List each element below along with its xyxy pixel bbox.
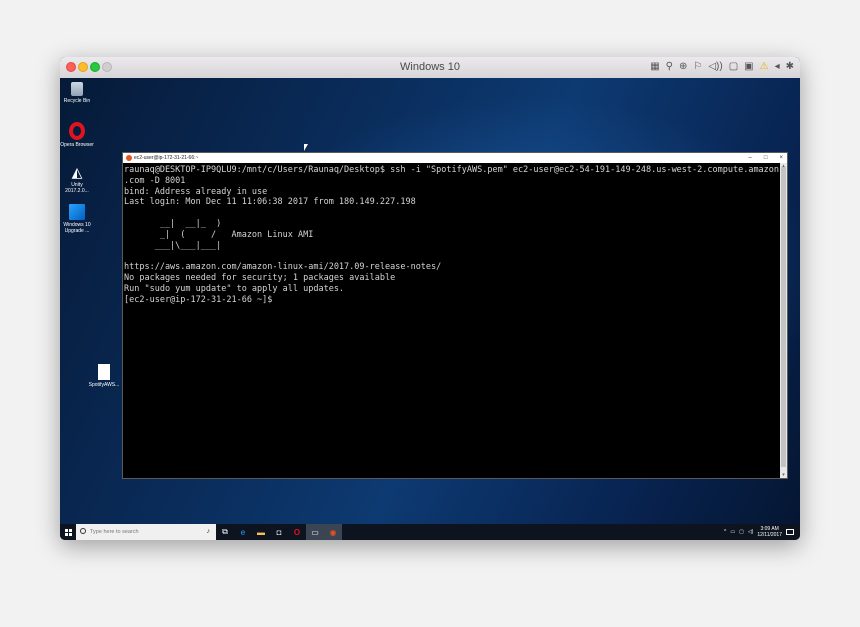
tray-date: 12/11/2017 <box>757 532 782 538</box>
desktop-icon-opera[interactable]: Opera Browser <box>60 122 94 148</box>
desktop-icon-label: Opera Browser <box>60 142 94 148</box>
desktop-icon-label: SpotifyAWS... <box>88 382 120 388</box>
taskbar: Type here to search ♪ ⧉ e ▬ ◘ O ▭ ◉ ^ ▭ … <box>60 524 800 540</box>
keyboard-icon[interactable]: ▦ <box>650 60 659 74</box>
gear-icon[interactable]: ✱ <box>786 60 794 74</box>
desktop: Recycle Bin Opera Browser ◭ Unity 2017.2… <box>60 78 800 524</box>
terminal-titlebar[interactable]: ec2-user@ip-172-31-21-66:~ – □ × <box>123 153 787 163</box>
warning-icon[interactable]: ⚠ <box>760 60 769 74</box>
windows-logo-icon <box>64 528 72 536</box>
tray-clock[interactable]: 3:09 AM 12/11/2017 <box>757 526 782 538</box>
terminal-close-button[interactable]: × <box>779 153 783 163</box>
opera-taskbar-icon[interactable]: O <box>288 524 306 540</box>
file-icon <box>98 364 110 380</box>
desktop-icon-spotifyaws[interactable]: SpotifyAWS... <box>87 364 121 388</box>
terminal-taskbar-icon[interactable]: ▭ <box>306 524 324 540</box>
vm-status-icons: ▦ ⚲ ⊕ ⚐ ◁)) ▢ ▣ ⚠ ◂ ✱ <box>650 60 794 74</box>
chevron-up-icon[interactable]: ^ <box>724 529 726 535</box>
desktop-icon-label: Windows 10 Upgrade ... <box>63 222 91 234</box>
sound-icon[interactable]: ◁)) <box>708 60 722 74</box>
display-icon[interactable]: ▣ <box>744 60 753 74</box>
desktop-icon-unity[interactable]: ◭ Unity 2017.2.0... <box>60 164 94 194</box>
windows-upgrade-icon <box>69 204 85 220</box>
vm-window: Windows 10 ▦ ⚲ ⊕ ⚐ ◁)) ▢ ▣ ⚠ ◂ ✱ Recycle… <box>60 57 800 540</box>
back-arrow-icon[interactable]: ◂ <box>775 60 780 74</box>
desktop-icon-label: Unity 2017.2.0... <box>65 182 89 194</box>
store-icon[interactable]: ◘ <box>270 524 288 540</box>
terminal-line: https://aws.amazon.com/amazon-linux-ami/… <box>124 262 442 273</box>
recycle-bin-icon <box>71 82 83 96</box>
terminal-line: .com -D 8001 <box>124 175 186 186</box>
camera-icon[interactable]: ⊕ <box>679 60 687 74</box>
terminal-line: bind: Address already in use <box>124 186 268 197</box>
usb-icon[interactable]: ▢ <box>729 60 738 74</box>
cortana-icon <box>80 528 86 534</box>
action-center-icon[interactable] <box>786 529 794 535</box>
terminal-title: ec2-user@ip-172-31-21-66:~ <box>134 155 199 161</box>
scrollbar-thumb[interactable] <box>781 167 786 467</box>
terminal-prompt[interactable]: [ec2-user@ip-172-31-21-66 ~]$ <box>124 295 779 306</box>
terminal-line: Run "sudo yum update" to apply all updat… <box>124 283 345 294</box>
terminal-line: No packages needed for security; 1 packa… <box>124 272 396 283</box>
network-icon[interactable]: ⚐ <box>693 60 702 74</box>
terminal-scrollbar[interactable]: ▴ ▾ <box>780 163 787 478</box>
terminal-minimize-button[interactable]: – <box>749 153 752 163</box>
terminal-line: __| __|_ ) <box>124 218 222 229</box>
task-view-icon[interactable]: ⧉ <box>216 524 234 540</box>
terminal-window[interactable]: ec2-user@ip-172-31-21-66:~ – □ × raunaq@… <box>122 152 788 479</box>
opera-icon <box>69 122 85 140</box>
scroll-down-icon[interactable]: ▾ <box>780 472 787 478</box>
unity-icon: ◭ <box>71 164 83 180</box>
terminal-line: raunaq@DESKTOP-IP9QLU9:/mnt/c/Users/Raun… <box>124 165 779 175</box>
terminal-output[interactable]: raunaq@DESKTOP-IP9QLU9:/mnt/c/Users/Raun… <box>123 163 779 478</box>
system-tray: ^ ▭ ▢ ◁) 3:09 AM 12/11/2017 <box>724 526 800 538</box>
desktop-icon-recycle-bin[interactable]: Recycle Bin <box>60 82 94 104</box>
start-button[interactable] <box>60 524 76 540</box>
terminal-line: Last login: Mon Dec 11 11:06:38 2017 fro… <box>124 197 416 208</box>
ubuntu-icon <box>126 155 132 161</box>
vm-titlebar: Windows 10 ▦ ⚲ ⊕ ⚐ ◁)) ▢ ▣ ⚠ ◂ ✱ <box>60 57 800 79</box>
desktop-icon-windows-upgrade[interactable]: Windows 10 Upgrade ... <box>60 204 94 234</box>
battery-icon[interactable]: ▭ <box>730 529 735 535</box>
file-explorer-icon[interactable]: ▬ <box>252 524 270 540</box>
ubuntu-taskbar-icon[interactable]: ◉ <box>324 524 342 540</box>
edge-icon[interactable]: e <box>234 524 252 540</box>
taskbar-search-box[interactable]: Type here to search ♪ <box>76 524 216 540</box>
terminal-controls: – □ × <box>749 153 783 163</box>
network-tray-icon[interactable]: ▢ <box>739 529 744 535</box>
volume-icon[interactable]: ◁) <box>748 529 754 535</box>
desktop-icon-label: Recycle Bin <box>63 98 91 104</box>
search-placeholder: Type here to search <box>90 529 139 535</box>
mic-icon[interactable]: ⚲ <box>666 60 673 74</box>
mouse-cursor-icon <box>304 144 308 151</box>
terminal-line: ___|\___|___| <box>124 240 222 251</box>
terminal-line: _| ( / Amazon Linux AMI <box>124 229 314 240</box>
terminal-maximize-button[interactable]: □ <box>764 153 768 163</box>
mic-icon[interactable]: ♪ <box>207 524 211 540</box>
